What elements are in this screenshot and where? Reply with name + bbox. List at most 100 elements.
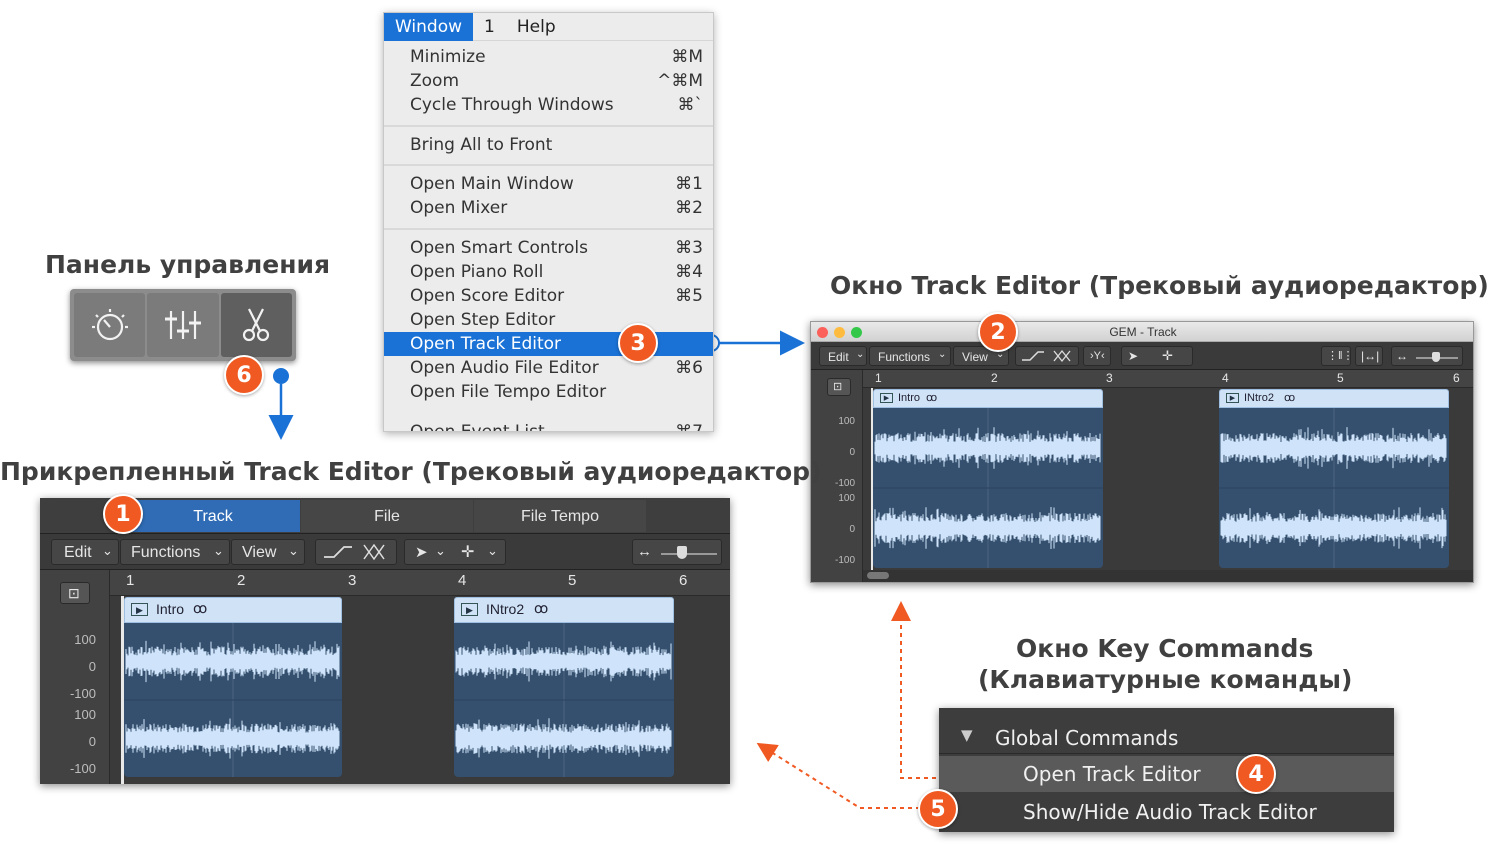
menu-item-zoom[interactable]: Zoom ^⌘M	[384, 69, 713, 93]
mixer-faders-icon	[164, 311, 201, 339]
edit-menu-button[interactable]: Edit ⌄	[819, 346, 867, 366]
menu-item-bring-all-front[interactable]: Bring All to Front	[384, 133, 713, 157]
play-region-icon: ▶	[131, 603, 148, 616]
scrollbar-thumb[interactable]	[867, 572, 889, 579]
docked-editor-heading: Прикрепленный Track Editor (Трековый ауд…	[0, 457, 822, 486]
waveform-channel	[455, 718, 672, 759]
menu-item-shortcut: ⌘7	[675, 422, 703, 432]
audio-region-waveform[interactable]	[124, 623, 342, 777]
command-label: Show/Hide Audio Track Editor	[1023, 800, 1317, 824]
tab-label: File Tempo	[521, 508, 599, 525]
ruler-bar-number: 5	[568, 572, 577, 589]
tool-selector[interactable]: ➤ ✛	[1121, 346, 1193, 366]
catch-button[interactable]: ›Y‹	[1083, 346, 1111, 366]
horizontal-scrollbar[interactable]	[863, 570, 1473, 582]
tab-file-tempo[interactable]: File Tempo	[474, 500, 646, 532]
fit-button[interactable]: |↔|	[1355, 346, 1383, 366]
tab-track[interactable]: Track	[126, 500, 300, 532]
tab-file[interactable]: File	[301, 500, 473, 532]
axis-label: 0	[88, 659, 96, 674]
key-commands-panel: ▼ Global Commands Open Track Editor Show…	[939, 708, 1394, 832]
chevron-down-icon: ⌄	[435, 543, 446, 558]
menubar-window[interactable]: Window	[384, 13, 474, 41]
horizontal-arrows-icon: ↔	[1396, 349, 1408, 363]
waveform-graphic	[124, 623, 342, 777]
menu-item-open-audio-file-editor[interactable]: Open Audio File Editor ⌘6	[384, 356, 713, 380]
slider-thumb[interactable]	[677, 546, 687, 559]
menu-item-open-step-editor[interactable]: Open Step Editor	[384, 308, 713, 332]
track-menu-button[interactable]: ⊡	[827, 378, 851, 396]
menu-item-shortcut: ⌘M	[671, 47, 703, 67]
menu-item-open-score-editor[interactable]: Open Score Editor ⌘5	[384, 284, 713, 308]
functions-menu-button[interactable]: Functions ⌄	[120, 539, 230, 565]
automation-buttons[interactable]	[315, 539, 397, 565]
menu-item-shortcut: ^⌘M	[657, 71, 703, 91]
timeline-ruler[interactable]: 1 2 3 4 5 6	[863, 370, 1473, 388]
axis-label: 100	[838, 416, 855, 427]
waveform-graphic	[454, 623, 674, 777]
menu-item-open-file-tempo-editor[interactable]: Open File Tempo Editor	[384, 380, 713, 404]
edit-menu-button[interactable]: Edit ⌄	[51, 539, 119, 565]
automation-buttons[interactable]	[1015, 346, 1079, 366]
mixer-button[interactable]	[147, 293, 219, 357]
step-badge: 1	[103, 494, 143, 534]
editors-button[interactable]	[220, 293, 292, 357]
region-name: INtro2	[486, 601, 525, 617]
menu-item-open-smart-controls[interactable]: Open Smart Controls ⌘3	[384, 236, 713, 260]
audio-region-header[interactable]: ▶ INtro2 ꝏ	[1219, 389, 1449, 408]
menu-item-label: Zoom	[410, 71, 460, 91]
play-region-icon: ▶	[461, 603, 478, 616]
functions-menu-button[interactable]: Functions ⌄	[869, 346, 951, 366]
region-name: Intro	[156, 601, 185, 617]
menu-item-open-mixer[interactable]: Open Mixer ⌘2	[384, 196, 713, 220]
pointer-icon: ➤	[415, 544, 428, 561]
axis-label: 100	[838, 493, 855, 504]
scissors-icon	[243, 308, 270, 342]
audio-region-waveform[interactable]	[454, 623, 674, 777]
menu-item-open-track-editor[interactable]: Open Track Editor	[384, 332, 713, 356]
axis-label: -100	[69, 761, 96, 776]
menu-item-minimize[interactable]: Minimize ⌘M	[384, 45, 713, 69]
menu-item-label: Open Main Window	[410, 174, 574, 194]
audio-region-waveform[interactable]	[1219, 408, 1449, 568]
menu-item-label: Open Track Editor	[410, 334, 562, 354]
command-group-row[interactable]: ▼ Global Commands	[939, 722, 1394, 754]
dropdown-box-icon: ⊡	[68, 585, 80, 601]
ruler-bar-number: 2	[237, 572, 246, 589]
smart-controls-button[interactable]	[74, 293, 146, 357]
slider-thumb[interactable]	[1432, 352, 1440, 362]
view-menu-button[interactable]: View ⌄	[231, 539, 305, 565]
command-group-label: Global Commands	[995, 726, 1179, 750]
tool-selector[interactable]: ➤ ⌄ ✛ ⌄	[404, 539, 506, 565]
zoom-slider[interactable]: ↔	[632, 539, 722, 565]
control-bar	[70, 289, 296, 361]
editor-tabs: Track File File Tempo	[40, 498, 730, 534]
audio-region-header[interactable]: ▶ Intro ꝏ	[124, 597, 342, 623]
edit-label: Edit	[828, 350, 849, 364]
menubar-1[interactable]: 1	[473, 13, 506, 41]
horizontal-arrows-icon: ↔	[637, 543, 652, 560]
audio-region-header[interactable]: ▶ Intro ꝏ	[873, 389, 1103, 408]
menu-item-open-main-window[interactable]: Open Main Window ⌘1	[384, 172, 713, 196]
menubar-help[interactable]: Help	[506, 13, 567, 41]
command-row-open-track-editor[interactable]: Open Track Editor	[939, 756, 1394, 792]
disclosure-triangle-icon[interactable]: ▼	[961, 726, 973, 744]
chevron-down-icon: ⌄	[288, 543, 299, 558]
waveform-zoom-button[interactable]: ⋮‖⋮	[1321, 346, 1354, 366]
zoom-slider[interactable]: ↔	[1391, 346, 1463, 366]
functions-label: Functions	[131, 544, 201, 561]
menu-item-label: Cycle Through Windows	[410, 95, 614, 115]
menu-item-cycle-windows[interactable]: Cycle Through Windows ⌘`	[384, 93, 713, 117]
command-row-show-hide-audio-track-editor[interactable]: Show/Hide Audio Track Editor	[939, 794, 1394, 830]
menu-item-label: Open Score Editor	[410, 286, 565, 306]
window-titlebar: GEM - Track	[811, 322, 1473, 342]
track-menu-button[interactable]: ⊡	[60, 582, 90, 604]
audio-region-header[interactable]: ▶ INtro2 ꝏ	[454, 597, 674, 623]
track-window-heading: Окно Track Editor (Трековый аудиоредакто…	[830, 271, 1489, 300]
menu-item-open-piano-roll[interactable]: Open Piano Roll ⌘4	[384, 260, 713, 284]
menu-item-open-event-list[interactable]: Open Event List ⌘7	[384, 420, 713, 432]
menu-separator	[384, 228, 713, 230]
audio-region-waveform[interactable]	[873, 408, 1103, 568]
timeline-ruler[interactable]: 1 2 3 4 5 6	[110, 570, 730, 596]
step-badge: 6	[224, 355, 264, 395]
